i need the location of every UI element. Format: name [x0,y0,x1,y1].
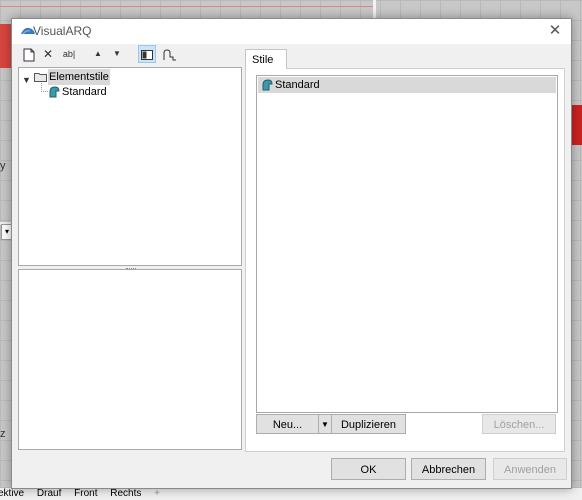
new-button[interactable]: Neu... [256,414,319,434]
style-icon [262,79,273,91]
apply-button[interactable]: Anwenden [493,458,567,480]
tab-stile[interactable]: Stile [245,49,287,69]
duplicate-button[interactable]: Duplizieren [331,414,406,434]
viewport-tab-perspective[interactable]: ektive [0,488,24,500]
tree-item-elementstile[interactable]: ▼ Elementstile [19,69,139,85]
styles-list[interactable]: Standard [256,75,558,413]
cancel-button[interactable]: Abbrechen [411,458,486,480]
axis-label-z: z [0,428,6,440]
new-dropdown-icon[interactable]: ▼ [318,414,332,434]
tree-item-standard[interactable]: Standard [19,84,139,100]
viewport-tab-front[interactable]: Front [74,488,97,500]
new-document-icon[interactable] [20,45,38,63]
ok-button[interactable]: OK [331,458,406,480]
layout-view-icon[interactable] [138,45,156,63]
list-item[interactable]: Standard [258,77,556,93]
dialog-title: VisualARQ [33,24,92,38]
list-item-label: Standard [275,79,320,91]
close-icon[interactable]: ✕ [545,22,565,40]
add-viewport-icon[interactable]: + [154,488,160,500]
style-tree[interactable]: ▼ Elementstile Standard [18,67,242,266]
rename-icon[interactable]: ab| [60,45,78,63]
title-bar[interactable]: VisualARQ ✕ [12,19,571,44]
properties-panel[interactable] [18,269,242,450]
viewport-object [572,105,582,145]
viewport-tab-right[interactable]: Rechts [110,488,141,500]
style-icon [49,86,60,98]
tree-item-label: Elementstile [48,69,110,85]
move-down-icon[interactable]: ▼ [108,45,126,63]
profile-icon[interactable] [161,45,179,63]
move-up-icon[interactable]: ▲ [89,45,107,63]
delete-icon[interactable]: ✕ [39,45,57,63]
tree-item-label: Standard [62,86,107,98]
delete-button[interactable]: Löschen... [482,414,556,434]
viewport-tab-top[interactable]: Drauf [37,488,61,500]
visualarq-dialog: VisualARQ ✕ ✕ ab| ▲ ▼ ▼ Elementstile Sta… [11,18,572,489]
folder-icon [34,73,47,82]
viewport-guide-line [0,6,373,7]
axis-label-y: y [0,160,6,172]
